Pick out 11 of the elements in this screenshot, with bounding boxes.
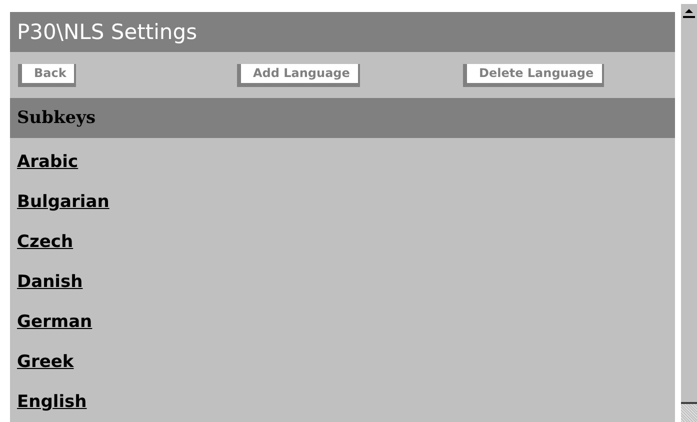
window-title: P30\NLS Settings	[10, 12, 675, 52]
scrollbar[interactable]	[680, 4, 697, 422]
subkey-link[interactable]: German	[17, 302, 92, 342]
subkey-link[interactable]: Greek	[17, 342, 74, 382]
subkey-link[interactable]: Arabic	[17, 142, 78, 182]
scroll-thumb[interactable]	[681, 402, 697, 422]
subkey-link[interactable]: Danish	[17, 262, 83, 302]
subkey-link[interactable]: English	[17, 382, 87, 422]
subkey-link[interactable]: Czech	[17, 222, 74, 262]
subkey-link[interactable]: Bulgarian	[17, 182, 110, 222]
section-header: Subkeys	[10, 98, 675, 138]
